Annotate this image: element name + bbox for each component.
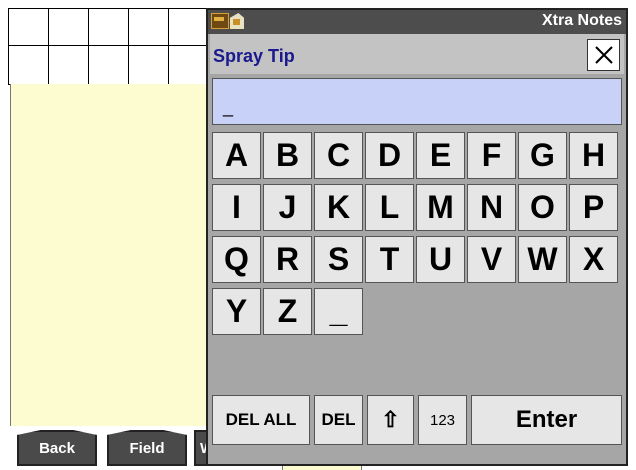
key-i[interactable]: I	[212, 184, 261, 231]
delete-button[interactable]: DEL	[314, 395, 363, 445]
key-x[interactable]: X	[569, 236, 618, 283]
key-o[interactable]: O	[518, 184, 567, 231]
key-p[interactable]: P	[569, 184, 618, 231]
keyboard-dialog: Xtra Notes Spray Tip _ A B C D E F G H I…	[206, 8, 628, 466]
close-icon	[594, 46, 613, 64]
title-bar: Xtra Notes	[208, 10, 626, 34]
grid-cell	[88, 45, 129, 85]
grid-cell	[48, 8, 89, 46]
shift-up-arrow-icon: ⇧	[381, 407, 400, 432]
key-j[interactable]: J	[263, 184, 312, 231]
grid-cell	[48, 45, 89, 85]
shift-button[interactable]: ⇧	[367, 395, 414, 445]
key-n[interactable]: N	[467, 184, 516, 231]
key-k[interactable]: K	[314, 184, 363, 231]
close-button[interactable]	[587, 39, 620, 71]
key-g[interactable]: G	[518, 132, 567, 179]
window-title: Xtra Notes	[541, 12, 622, 29]
key-r[interactable]: R	[263, 236, 312, 283]
grid-cell	[128, 45, 169, 85]
grid-cell	[168, 8, 209, 46]
grid-cell	[128, 8, 169, 46]
numbers-button[interactable]: 123	[418, 395, 467, 445]
key-e[interactable]: E	[416, 132, 465, 179]
grid-cell	[88, 8, 129, 46]
key-q[interactable]: Q	[212, 236, 261, 283]
key-underscore[interactable]: _	[314, 288, 363, 335]
text-input[interactable]: _	[212, 78, 622, 125]
key-a[interactable]: A	[212, 132, 261, 179]
field-title: Spray Tip	[213, 46, 295, 66]
dialog-header: Spray Tip	[210, 34, 624, 74]
enter-button[interactable]: Enter	[471, 395, 622, 445]
grid-cell	[168, 45, 209, 85]
key-t[interactable]: T	[365, 236, 414, 283]
field-button[interactable]: Field	[107, 430, 187, 466]
back-button[interactable]: Back	[17, 430, 97, 466]
key-m[interactable]: M	[416, 184, 465, 231]
key-d[interactable]: D	[365, 132, 414, 179]
key-w[interactable]: W	[518, 236, 567, 283]
key-z[interactable]: Z	[263, 288, 312, 335]
background-notes-panel	[10, 84, 208, 426]
grid-cell	[8, 45, 49, 85]
key-b[interactable]: B	[263, 132, 312, 179]
key-h[interactable]: H	[569, 132, 618, 179]
implement-icon	[211, 13, 229, 29]
key-l[interactable]: L	[365, 184, 414, 231]
delete-all-button[interactable]: DEL ALL	[212, 395, 310, 445]
background-grid	[8, 8, 209, 85]
key-u[interactable]: U	[416, 236, 465, 283]
notes-icon	[230, 13, 244, 29]
key-c[interactable]: C	[314, 132, 363, 179]
key-y[interactable]: Y	[212, 288, 261, 335]
grid-cell	[8, 8, 49, 46]
key-f[interactable]: F	[467, 132, 516, 179]
key-v[interactable]: V	[467, 236, 516, 283]
key-s[interactable]: S	[314, 236, 363, 283]
